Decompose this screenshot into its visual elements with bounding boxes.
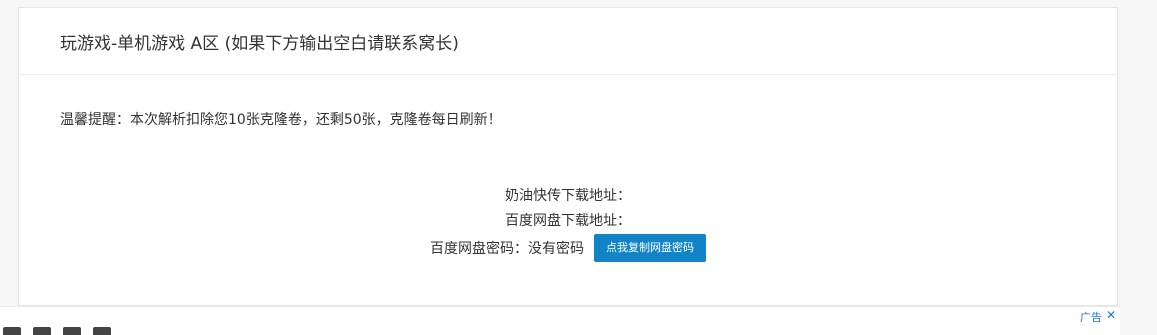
page: 玩游戏-单机游戏 A区 (如果下方输出空白请联系窝长) 温馨提醒：本次解析扣除您… [0, 0, 1157, 335]
baidu-download-line: 百度网盘下载地址： [19, 209, 1117, 234]
baidu-password-label: 百度网盘密码：没有密码 [430, 241, 584, 257]
ad-label[interactable]: 广告 [1080, 309, 1102, 325]
ad-glyph [33, 327, 51, 335]
result-panel: 玩游戏-单机游戏 A区 (如果下方输出空白请联系窝长) 温馨提醒：本次解析扣除您… [18, 7, 1118, 306]
download-links: 奶油快传下载地址： 百度网盘下载地址： 百度网盘密码：没有密码 点我复制网盘密码 [19, 184, 1117, 264]
baidu-download-label: 百度网盘下载地址： [505, 213, 631, 229]
ad-content-fragment [3, 326, 143, 335]
notice-text: 温馨提醒：本次解析扣除您10张克隆卷，还剩50张，克隆卷每日刷新！ [60, 112, 502, 128]
copy-password-button[interactable]: 点我复制网盘密码 [594, 233, 706, 262]
close-icon[interactable]: ✕ [1106, 308, 1116, 322]
naiyou-download-label: 奶油快传下载地址： [505, 188, 631, 204]
naiyou-download-line: 奶油快传下载地址： [19, 184, 1117, 209]
ad-glyph [3, 327, 21, 335]
ad-banner[interactable]: 广告 ✕ [0, 306, 1120, 335]
baidu-password-line: 百度网盘密码：没有密码 点我复制网盘密码 [19, 233, 1117, 264]
ad-glyph [63, 327, 81, 335]
ad-glyph [93, 327, 111, 335]
panel-header: 玩游戏-单机游戏 A区 (如果下方输出空白请联系窝长) [19, 8, 1117, 75]
panel-title: 玩游戏-单机游戏 A区 (如果下方输出空白请联系窝长) [60, 33, 459, 54]
